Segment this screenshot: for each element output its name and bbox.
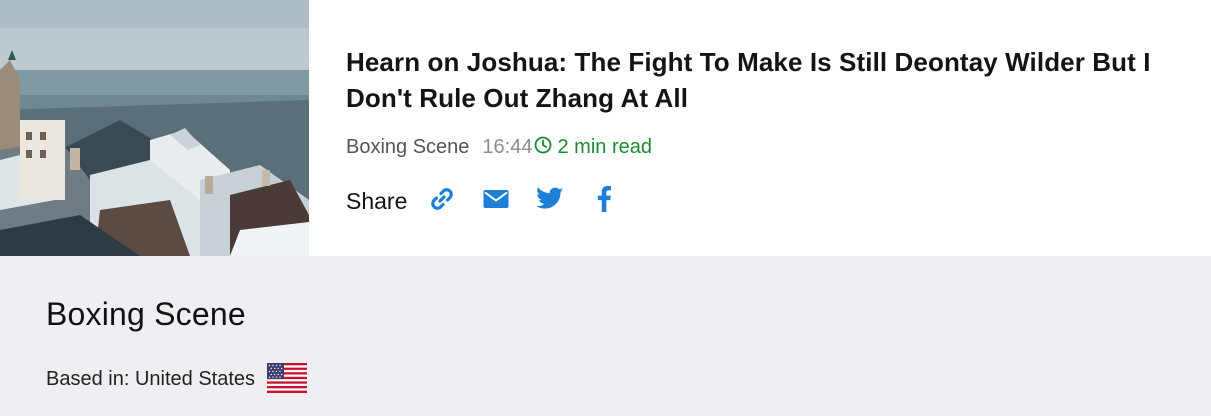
article-time: 16:44 (482, 136, 533, 158)
based-in-text: Based in: United States (46, 367, 256, 390)
article-thumbnail[interactable] (0, 0, 309, 256)
share-label: Share (346, 187, 408, 214)
link-icon (428, 185, 456, 213)
united-states-flag-icon (267, 363, 308, 393)
twitter-icon (536, 187, 564, 211)
article-meta: Boxing Scene 16:44 2 min read (346, 134, 1186, 160)
email-share-button[interactable] (481, 184, 511, 214)
read-time: 2 min read (557, 136, 652, 158)
source-location: Based in: United States (46, 363, 308, 394)
source-name[interactable]: Boxing Scene (46, 296, 246, 333)
twitter-share-button[interactable] (535, 184, 565, 214)
article-source[interactable]: Boxing Scene (346, 134, 469, 160)
envelope-icon (482, 187, 510, 211)
share-bar: Share (346, 184, 1186, 214)
article-headline[interactable]: Hearn on Joshua: The Fight To Make Is St… (346, 44, 1186, 116)
clock-icon (533, 135, 553, 155)
facebook-icon (596, 186, 612, 212)
source-info-panel: Boxing Scene Based in: United States (0, 256, 1211, 416)
copy-link-button[interactable] (427, 184, 457, 214)
facebook-share-button[interactable] (589, 184, 619, 214)
city-rooftops-image (0, 0, 309, 256)
article-card: Hearn on Joshua: The Fight To Make Is St… (0, 0, 1211, 256)
article-details: Hearn on Joshua: The Fight To Make Is St… (346, 44, 1186, 214)
